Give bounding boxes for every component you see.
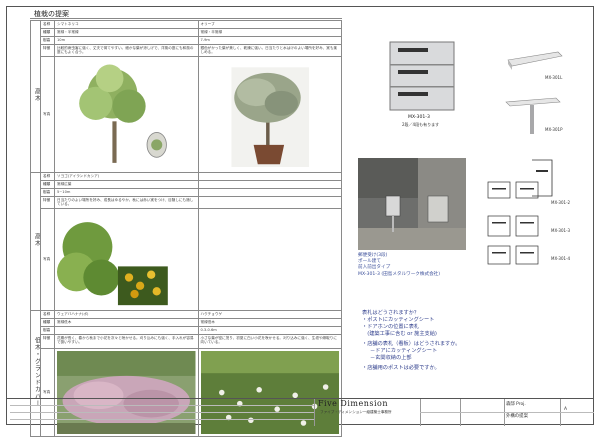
mailbox-photo-main xyxy=(388,40,456,112)
plant-photo-empty xyxy=(197,207,342,311)
label-features: 特徴 xyxy=(40,44,55,57)
plant-height xyxy=(54,325,199,335)
label-height: 樹高 xyxy=(40,36,55,45)
drawing-name: 外構の提案 xyxy=(506,414,528,419)
plant-features xyxy=(197,195,342,209)
plant-features: 銀色がかった葉が美しく、乾燥に強い。日当たりと水はけのよい場所を好み、実も楽しめ… xyxy=(197,44,342,57)
label-type: 種類 xyxy=(40,28,55,37)
label-type: 種類 xyxy=(40,317,55,327)
question-item: ・ポストにカッティングシート xyxy=(362,317,435,324)
plant-name: オリーブ xyxy=(197,20,342,29)
plant-type: 常緑・半常緑 xyxy=(54,28,199,37)
label-height: 樹高 xyxy=(40,325,55,335)
plant-type xyxy=(197,179,342,189)
plant-height: 5~10m xyxy=(54,187,199,197)
plant-height xyxy=(197,187,342,197)
plant-photo-shimatoneriko xyxy=(54,56,199,173)
label-name: 名称 xyxy=(40,171,55,181)
title-rule xyxy=(30,18,342,19)
nameplate-questions: 表札はどうされますか？ ・ポストにカッティングシート ・ドアホンの位置に表札 (… xyxy=(362,310,512,372)
label-photo: 写真 xyxy=(40,207,55,311)
plant-type: 常緑低木 xyxy=(197,317,342,327)
label-name: 名称 xyxy=(40,20,55,29)
label-features: 特徴 xyxy=(40,333,55,349)
plant-name xyxy=(197,171,342,181)
plant-photo-soyogo xyxy=(54,207,199,311)
mailbox-variant-label: MX-301-4 xyxy=(551,256,571,261)
label-type: 種類 xyxy=(40,179,55,189)
label-height: 樹高 xyxy=(40,187,55,197)
plant-photo-olive xyxy=(197,56,342,173)
plant-height: 0.3-0.6m xyxy=(197,325,342,335)
question-item: －玄関収納の上部 xyxy=(370,355,412,362)
plant-type: 常緑広葉 xyxy=(54,179,199,189)
mailbox-model-note: 2段／4段も有ります xyxy=(402,122,440,127)
company-logo: Five Dimension xyxy=(318,399,388,408)
question-shop-mailbox: ・店舗用のポストは必要ですか。 xyxy=(362,365,440,372)
category-cell-1: 高木 xyxy=(30,20,41,173)
plant-type: 常緑低木 xyxy=(54,317,199,327)
plant-height: 7-9m xyxy=(197,36,342,45)
plant-type: 常緑・半常緑 xyxy=(197,28,342,37)
plant-name: ハクチョウゲ xyxy=(197,309,342,319)
company-subtitle: ファイブ・ディメンション一級建築士事務所 xyxy=(320,410,392,414)
sheet-number: A xyxy=(564,407,568,412)
plant-name: ソヨゴ(アイランドカシア) xyxy=(54,171,199,181)
plant-name: シマトネリコ xyxy=(54,20,199,29)
plant-features: 日当たりのよい場所を好み、成長はゆるやか。秋には赤い実をつけ、目隠しにも適してい… xyxy=(54,195,199,209)
mailbox-corner-detail xyxy=(528,158,556,198)
mailbox-model-label: MX-301-3 xyxy=(408,115,430,120)
label-name: 名称 xyxy=(40,309,55,319)
plant-features: 小さな葉が密に茂り、初夏に白い小花を咲かせる。刈り込みに強く、生垣や縁取りに向い… xyxy=(197,333,342,349)
question-item: ・ドアホンの位置に表札 xyxy=(362,324,420,331)
project-name: 森邸 Proj. xyxy=(506,402,526,407)
mailbox-wall-label: MX-301L xyxy=(545,75,563,80)
plant-features: 比較的病虫害に強く、丈夫で育てやすい。細かな葉が涼しげで、洋風の庭にも和風の庭に… xyxy=(54,44,199,57)
plant-height: 10m xyxy=(54,36,199,45)
label-features: 特徴 xyxy=(40,195,55,209)
plant-name: ウェアバハナナ(ボ) xyxy=(54,309,199,319)
label-photo: 写真 xyxy=(40,56,55,173)
mailbox-installation-photo xyxy=(358,158,466,250)
mailbox-caption: 郵便受け(3段) ポール建て 前入前出タイプ MX-301-3 (田島メタルワー… xyxy=(358,253,441,277)
question-nameplate: 表札はどうされますか？ xyxy=(362,310,420,316)
mailbox-pole-label: MX-301P xyxy=(545,127,563,132)
plant-table: 高木 名称 シマトネリコ オリーブ 種類 常緑・半常緑 常緑・半常緑 樹高 10… xyxy=(30,20,342,437)
mailbox-variant-label: MX-301-3 xyxy=(551,228,571,233)
mailbox-photo-wall xyxy=(504,42,564,72)
category-cell-2: 高木 xyxy=(30,171,41,311)
plant-features: 花期が長く、春から秋まで小花を次々と咲かせる。刈り込みにも強く、手入れが容易で扱… xyxy=(54,333,199,349)
question-item: (建築工事に含む or 施主支給) xyxy=(362,331,437,338)
mailbox-variant-label: MX-301-2 xyxy=(551,200,571,205)
